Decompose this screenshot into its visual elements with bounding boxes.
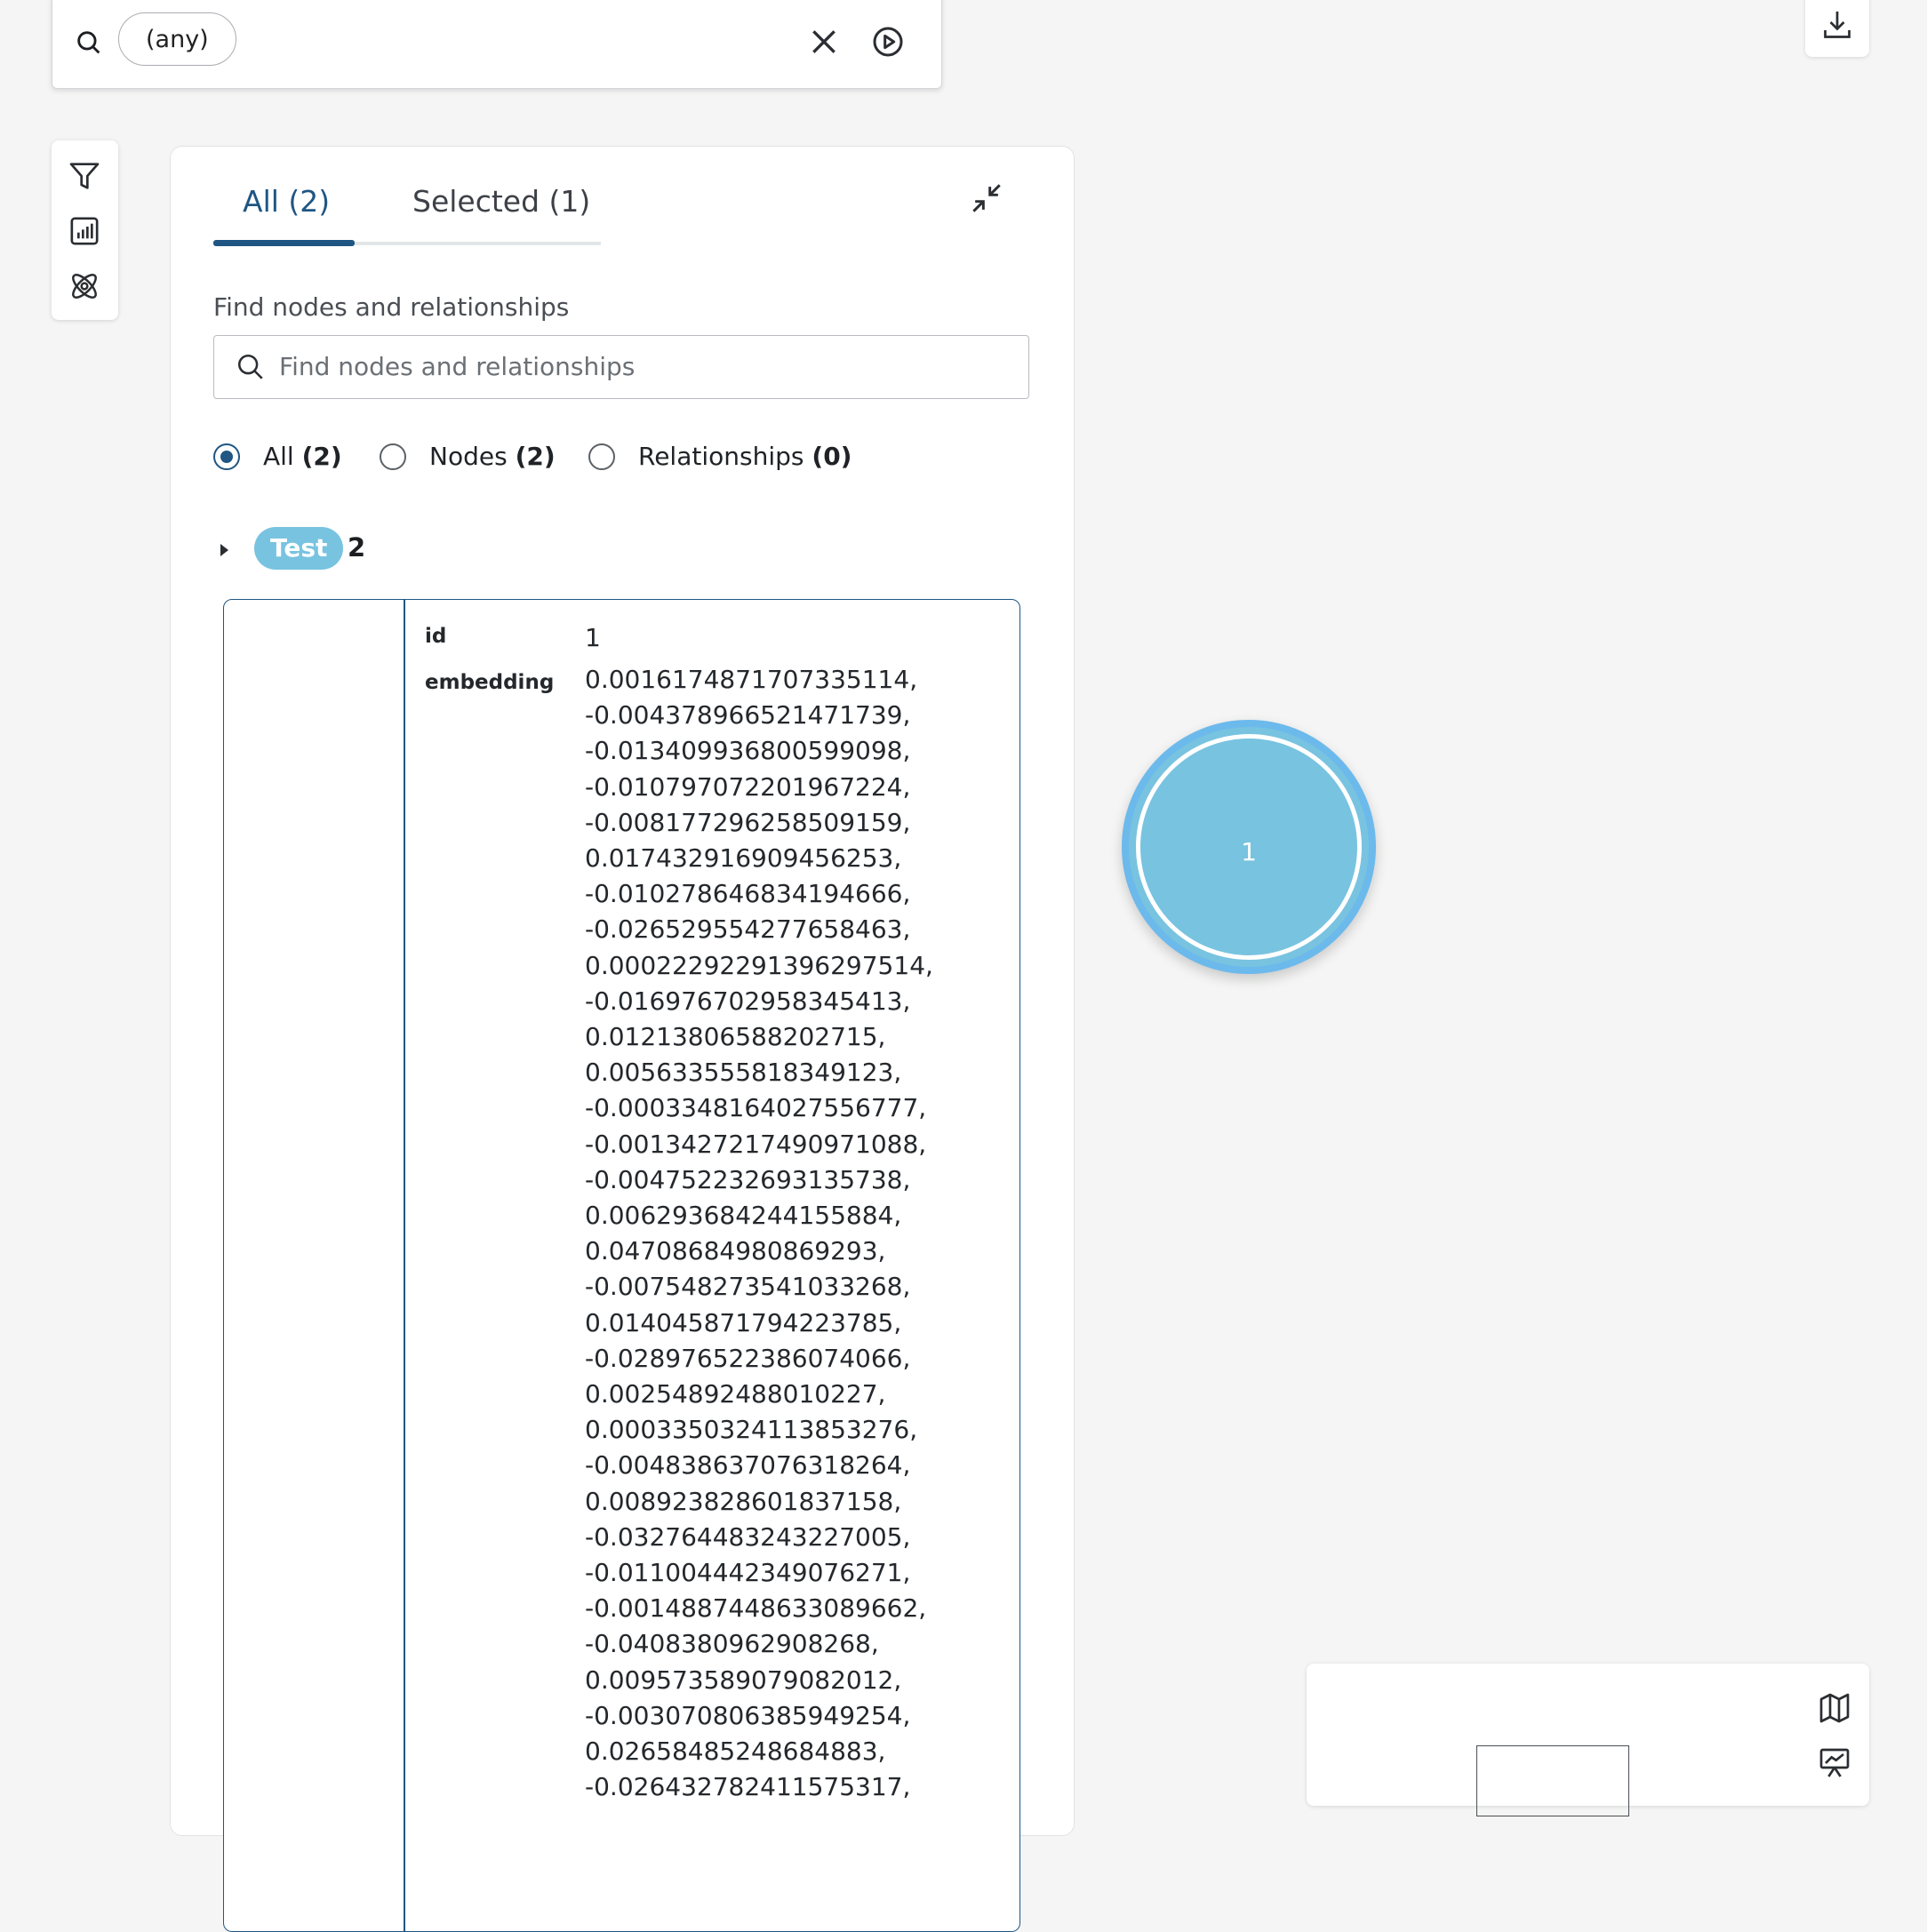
- embedding-value: 0.014045871794223785,: [585, 1307, 902, 1337]
- embedding-value: -0.007548273541033268,: [585, 1272, 911, 1302]
- radio-dot[interactable]: [213, 443, 240, 470]
- caret-right-icon[interactable]: [213, 539, 235, 561]
- results-panel: All (2) Selected (1) Find nodes and rela…: [170, 146, 1075, 1932]
- embedding-value: 0.006293684244155884,: [585, 1201, 902, 1231]
- embedding-value: -0.032764483243227005,: [585, 1521, 911, 1552]
- find-placeholder: Find nodes and relationships: [279, 352, 636, 381]
- search-icon: [237, 354, 263, 379]
- embedding-values: 0.0016174871707335114, -0.004378966521471…: [585, 662, 933, 1806]
- label-pill[interactable]: Test: [254, 527, 344, 570]
- radio-all-label: All: [263, 442, 294, 471]
- embedding-value: -0.0014887448633089662,: [585, 1593, 927, 1624]
- left-toolbar: [52, 140, 118, 320]
- find-label: Find nodes and relationships: [213, 292, 570, 322]
- embedding-value: 0.00254892488010227,: [585, 1379, 886, 1409]
- filter-icon[interactable]: [67, 158, 102, 194]
- embedding-value: 0.0003350324113853276,: [585, 1415, 918, 1445]
- embedding-value: 0.04708684980869293,: [585, 1236, 886, 1266]
- embedding-value: -0.026529554277658463,: [585, 914, 911, 945]
- embedding-value: -0.028976522386074066,: [585, 1343, 911, 1373]
- download-button[interactable]: [1805, 0, 1869, 57]
- radio-relationships-label: Relationships: [638, 442, 804, 471]
- embedding-value: -0.003070806385949254,: [585, 1700, 911, 1730]
- embedding-value: 0.02658485248684883,: [585, 1736, 886, 1767]
- minimap-viewport[interactable]: [1476, 1745, 1629, 1816]
- search-bar[interactable]: (any): [52, 0, 942, 89]
- embedding-value: -0.010797072201967224,: [585, 771, 911, 802]
- graph-node[interactable]: 1: [1122, 720, 1376, 974]
- prop-key-id: id: [425, 625, 447, 648]
- radio-dot[interactable]: [588, 443, 615, 470]
- radio-nodes-count: (2): [515, 442, 556, 471]
- embedding-value: 0.01213806588202715,: [585, 1022, 886, 1052]
- chart-icon[interactable]: [67, 213, 102, 249]
- node-caption: 1: [1241, 837, 1257, 866]
- collapse-icon[interactable]: [967, 179, 1006, 218]
- tab-all[interactable]: All (2): [243, 184, 330, 219]
- download-icon: [1824, 12, 1851, 38]
- embedding-value: -0.0003348164027556777,: [585, 1093, 927, 1123]
- embedding-value: 0.009573589079082012,: [585, 1665, 902, 1695]
- embedding-value: -0.004378966521471739,: [585, 700, 911, 730]
- atom-icon[interactable]: [67, 268, 102, 304]
- embedding-value: -0.011004442349076271,: [585, 1558, 911, 1588]
- embedding-value: 0.005633555818349123,: [585, 1058, 902, 1088]
- prop-value-id: 1: [585, 623, 601, 652]
- search-icon: [77, 31, 100, 54]
- embedding-value: -0.026432782411575317,: [585, 1772, 911, 1802]
- close-icon[interactable]: [806, 24, 842, 60]
- play-icon[interactable]: [870, 24, 906, 60]
- embedding-value: -0.0408380962908268,: [585, 1629, 879, 1659]
- node-detail: id 1 embedding 0.0016174871707335114, -0.…: [223, 599, 1020, 1932]
- embedding-value: 0.00022292291396297514,: [585, 950, 933, 980]
- embedding-value: -0.013409936800599098,: [585, 736, 911, 766]
- tab-selected[interactable]: Selected (1): [412, 184, 590, 219]
- embedding-value: 0.017432916909456253,: [585, 843, 902, 874]
- embedding-value: -0.016976702958345413,: [585, 986, 911, 1016]
- radio-all-count: (2): [301, 442, 342, 471]
- embedding-value: -0.008177296258509159,: [585, 807, 911, 837]
- minimap: [1307, 1664, 1869, 1816]
- query-chip[interactable]: (any): [118, 12, 236, 66]
- map-icon[interactable]: [1817, 1690, 1852, 1726]
- presentation-icon[interactable]: [1817, 1745, 1852, 1781]
- embedding-value: 0.008923828601837158,: [585, 1486, 902, 1516]
- group-count: 2: [348, 532, 366, 563]
- radio-nodes-label: Nodes: [429, 442, 508, 471]
- tab-active-indicator: [213, 240, 355, 246]
- embedding-value: -0.0013427217490971088,: [585, 1129, 927, 1159]
- embedding-value: -0.004752232693135738,: [585, 1164, 911, 1194]
- radio-dot[interactable]: [380, 443, 406, 470]
- find-input[interactable]: Find nodes and relationships: [213, 335, 1029, 399]
- embedding-value: 0.0016174871707335114,: [585, 665, 918, 694]
- embedding-value: -0.004838637076318264,: [585, 1450, 911, 1481]
- radio-relationships-count: (0): [812, 442, 852, 471]
- prop-key-embedding: embedding: [425, 671, 555, 694]
- detail-divider: [404, 600, 405, 1931]
- embedding-value: -0.010278646834194666,: [585, 879, 911, 909]
